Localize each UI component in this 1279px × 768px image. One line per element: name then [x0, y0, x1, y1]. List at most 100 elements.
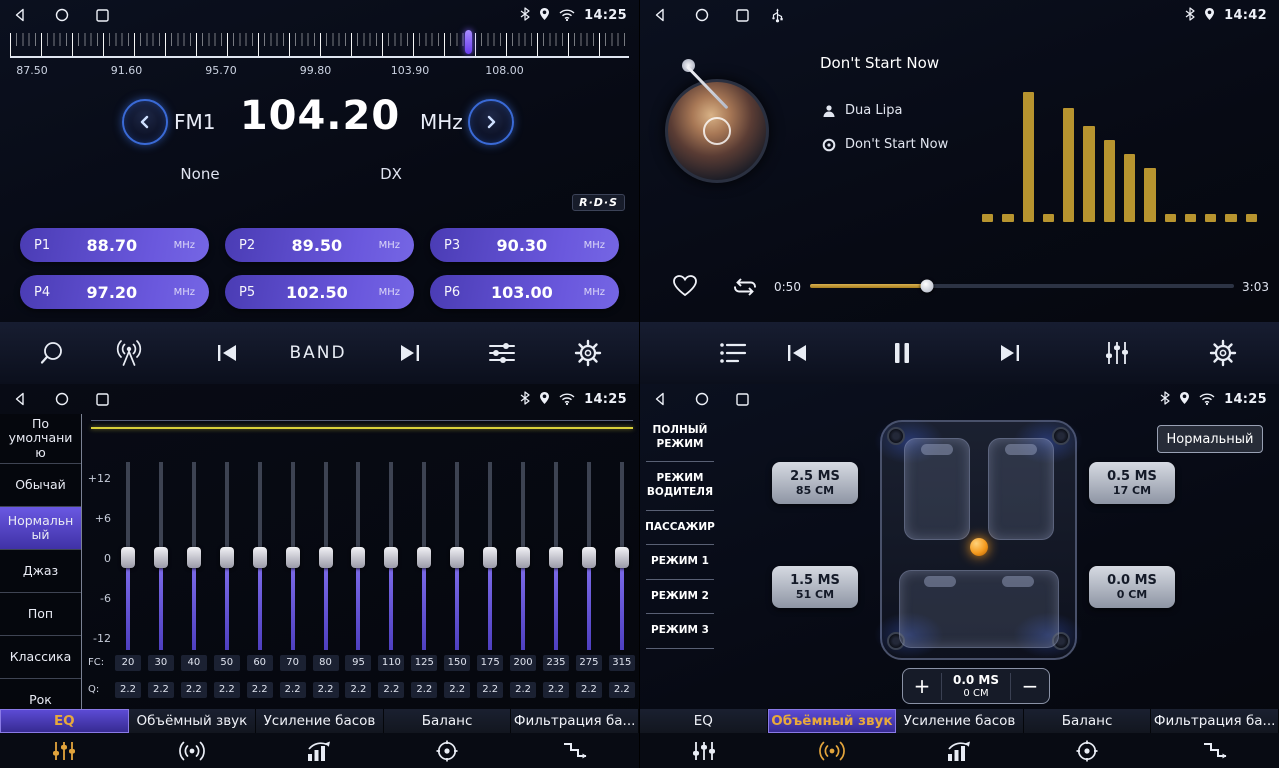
surround-mode-item[interactable]: ПАССАЖИР: [640, 511, 720, 546]
balance-tab-icon[interactable]: [1023, 740, 1151, 762]
equalizer-icon[interactable]: [1104, 340, 1130, 366]
nav-recents-icon[interactable]: [736, 9, 749, 22]
broadcast-antenna-icon[interactable]: [114, 339, 144, 367]
eq-band-slider[interactable]: [148, 462, 174, 650]
tab-filter[interactable]: Фильтрация ба...: [511, 709, 639, 733]
tab-eq[interactable]: EQ: [0, 709, 129, 733]
surround-mode-item[interactable]: ПОЛНЫЙ РЕЖИМ: [640, 414, 720, 462]
surround-mode-item[interactable]: РЕЖИМ ВОДИТЕЛЯ: [640, 462, 720, 510]
slider-thumb[interactable]: [582, 547, 596, 568]
preset-button-p5[interactable]: P5102.50MHz: [225, 275, 414, 309]
tab-eq[interactable]: EQ: [640, 709, 768, 733]
slider-thumb[interactable]: [483, 547, 497, 568]
tab-surround[interactable]: Объёмный звук: [129, 709, 257, 733]
surround-mode-item[interactable]: РЕЖИМ 1: [640, 545, 720, 580]
slider-thumb[interactable]: [154, 547, 168, 568]
tab-balance[interactable]: Баланс: [1024, 709, 1152, 733]
listening-position-marker[interactable]: [970, 538, 988, 556]
eq-tab-icon[interactable]: [0, 740, 128, 762]
tab-surround[interactable]: Объёмный звук: [768, 709, 897, 733]
nav-home-icon[interactable]: [55, 392, 69, 406]
nav-recents-icon[interactable]: [736, 393, 749, 406]
eq-band-slider[interactable]: [115, 462, 141, 650]
preset-button-p3[interactable]: P390.30MHz: [430, 228, 619, 262]
eq-band-slider[interactable]: [247, 462, 273, 650]
delay-chip-front-right[interactable]: 0.5 MS17 CM: [1089, 462, 1175, 504]
eq-band-slider[interactable]: [411, 462, 437, 650]
slider-thumb[interactable]: [187, 547, 201, 568]
tune-up-button[interactable]: [468, 99, 514, 145]
slider-thumb[interactable]: [615, 547, 629, 568]
tuner-pointer[interactable]: [465, 30, 472, 54]
balance-tab-icon[interactable]: [383, 740, 511, 762]
slider-thumb[interactable]: [121, 547, 135, 568]
playlist-icon[interactable]: [719, 341, 747, 365]
slider-thumb[interactable]: [417, 547, 431, 568]
delay-chip-front-left[interactable]: 2.5 MS85 CM: [772, 462, 858, 504]
delay-decrease-button[interactable]: −: [1011, 669, 1049, 703]
delay-increase-button[interactable]: +: [903, 669, 941, 703]
nav-back-icon[interactable]: [652, 391, 668, 407]
eq-band-slider[interactable]: [181, 462, 207, 650]
settings-gear-icon[interactable]: [1209, 339, 1237, 367]
slider-thumb[interactable]: [286, 547, 300, 568]
eq-band-slider[interactable]: [477, 462, 503, 650]
preset-button-p1[interactable]: P188.70MHz: [20, 228, 209, 262]
repeat-icon[interactable]: [730, 276, 760, 298]
surround-tab-icon[interactable]: [768, 740, 896, 762]
filter-tab-icon[interactable]: [1151, 740, 1279, 762]
tune-down-button[interactable]: [122, 99, 168, 145]
eq-preset-item[interactable]: Поп: [0, 593, 81, 636]
progress-thumb[interactable]: [920, 280, 933, 293]
previous-station-icon[interactable]: [214, 342, 240, 364]
delay-chip-rear-left[interactable]: 1.5 MS51 CM: [772, 566, 858, 608]
eq-preset-item[interactable]: По умолчанию: [0, 414, 81, 464]
surround-tab-icon[interactable]: [128, 740, 256, 762]
eq-preset-item[interactable]: Нормальный: [0, 507, 81, 550]
scan-icon[interactable]: [38, 339, 66, 367]
tab-filter[interactable]: Фильтрация ба...: [1151, 709, 1279, 733]
surround-mode-item[interactable]: РЕЖИМ 2: [640, 580, 720, 615]
eq-band-slider[interactable]: [214, 462, 240, 650]
slider-thumb[interactable]: [253, 547, 267, 568]
eq-band-slider[interactable]: [543, 462, 569, 650]
slider-thumb[interactable]: [516, 547, 530, 568]
equalizer-icon[interactable]: [487, 341, 517, 365]
nav-recents-icon[interactable]: [96, 393, 109, 406]
eq-band-slider[interactable]: [510, 462, 536, 650]
nav-back-icon[interactable]: [12, 391, 28, 407]
eq-band-slider[interactable]: [378, 462, 404, 650]
surround-preset-button[interactable]: Нормальный: [1157, 425, 1263, 453]
nav-recents-icon[interactable]: [96, 9, 109, 22]
preset-button-p6[interactable]: P6103.00MHz: [430, 275, 619, 309]
nav-home-icon[interactable]: [695, 8, 709, 22]
slider-thumb[interactable]: [351, 547, 365, 568]
nav-home-icon[interactable]: [55, 8, 69, 22]
eq-band-slider[interactable]: [313, 462, 339, 650]
favorite-heart-icon[interactable]: [672, 274, 698, 298]
eq-tab-icon[interactable]: [640, 740, 768, 762]
eq-preset-item[interactable]: Джаз: [0, 550, 81, 593]
slider-thumb[interactable]: [220, 547, 234, 568]
nav-back-icon[interactable]: [652, 7, 668, 23]
preset-button-p2[interactable]: P289.50MHz: [225, 228, 414, 262]
eq-preset-item[interactable]: Классика: [0, 636, 81, 679]
eq-band-slider[interactable]: [280, 462, 306, 650]
eq-band-slider[interactable]: [609, 462, 635, 650]
delay-chip-rear-right[interactable]: 0.0 MS0 CM: [1089, 566, 1175, 608]
next-track-icon[interactable]: [997, 342, 1023, 364]
eq-preset-item[interactable]: Обычай: [0, 464, 81, 507]
slider-thumb[interactable]: [384, 547, 398, 568]
tab-bass-boost[interactable]: Усиление басов: [896, 709, 1024, 733]
tuner-scale[interactable]: [10, 33, 629, 58]
band-button[interactable]: BAND: [289, 343, 346, 363]
bass-boost-tab-icon[interactable]: [256, 740, 384, 762]
nav-home-icon[interactable]: [695, 392, 709, 406]
progress-bar[interactable]: [810, 284, 1234, 288]
tab-bass-boost[interactable]: Усиление басов: [256, 709, 384, 733]
slider-thumb[interactable]: [450, 547, 464, 568]
slider-thumb[interactable]: [319, 547, 333, 568]
pause-icon[interactable]: [892, 341, 912, 365]
bass-boost-tab-icon[interactable]: [896, 740, 1024, 762]
preset-button-p4[interactable]: P497.20MHz: [20, 275, 209, 309]
